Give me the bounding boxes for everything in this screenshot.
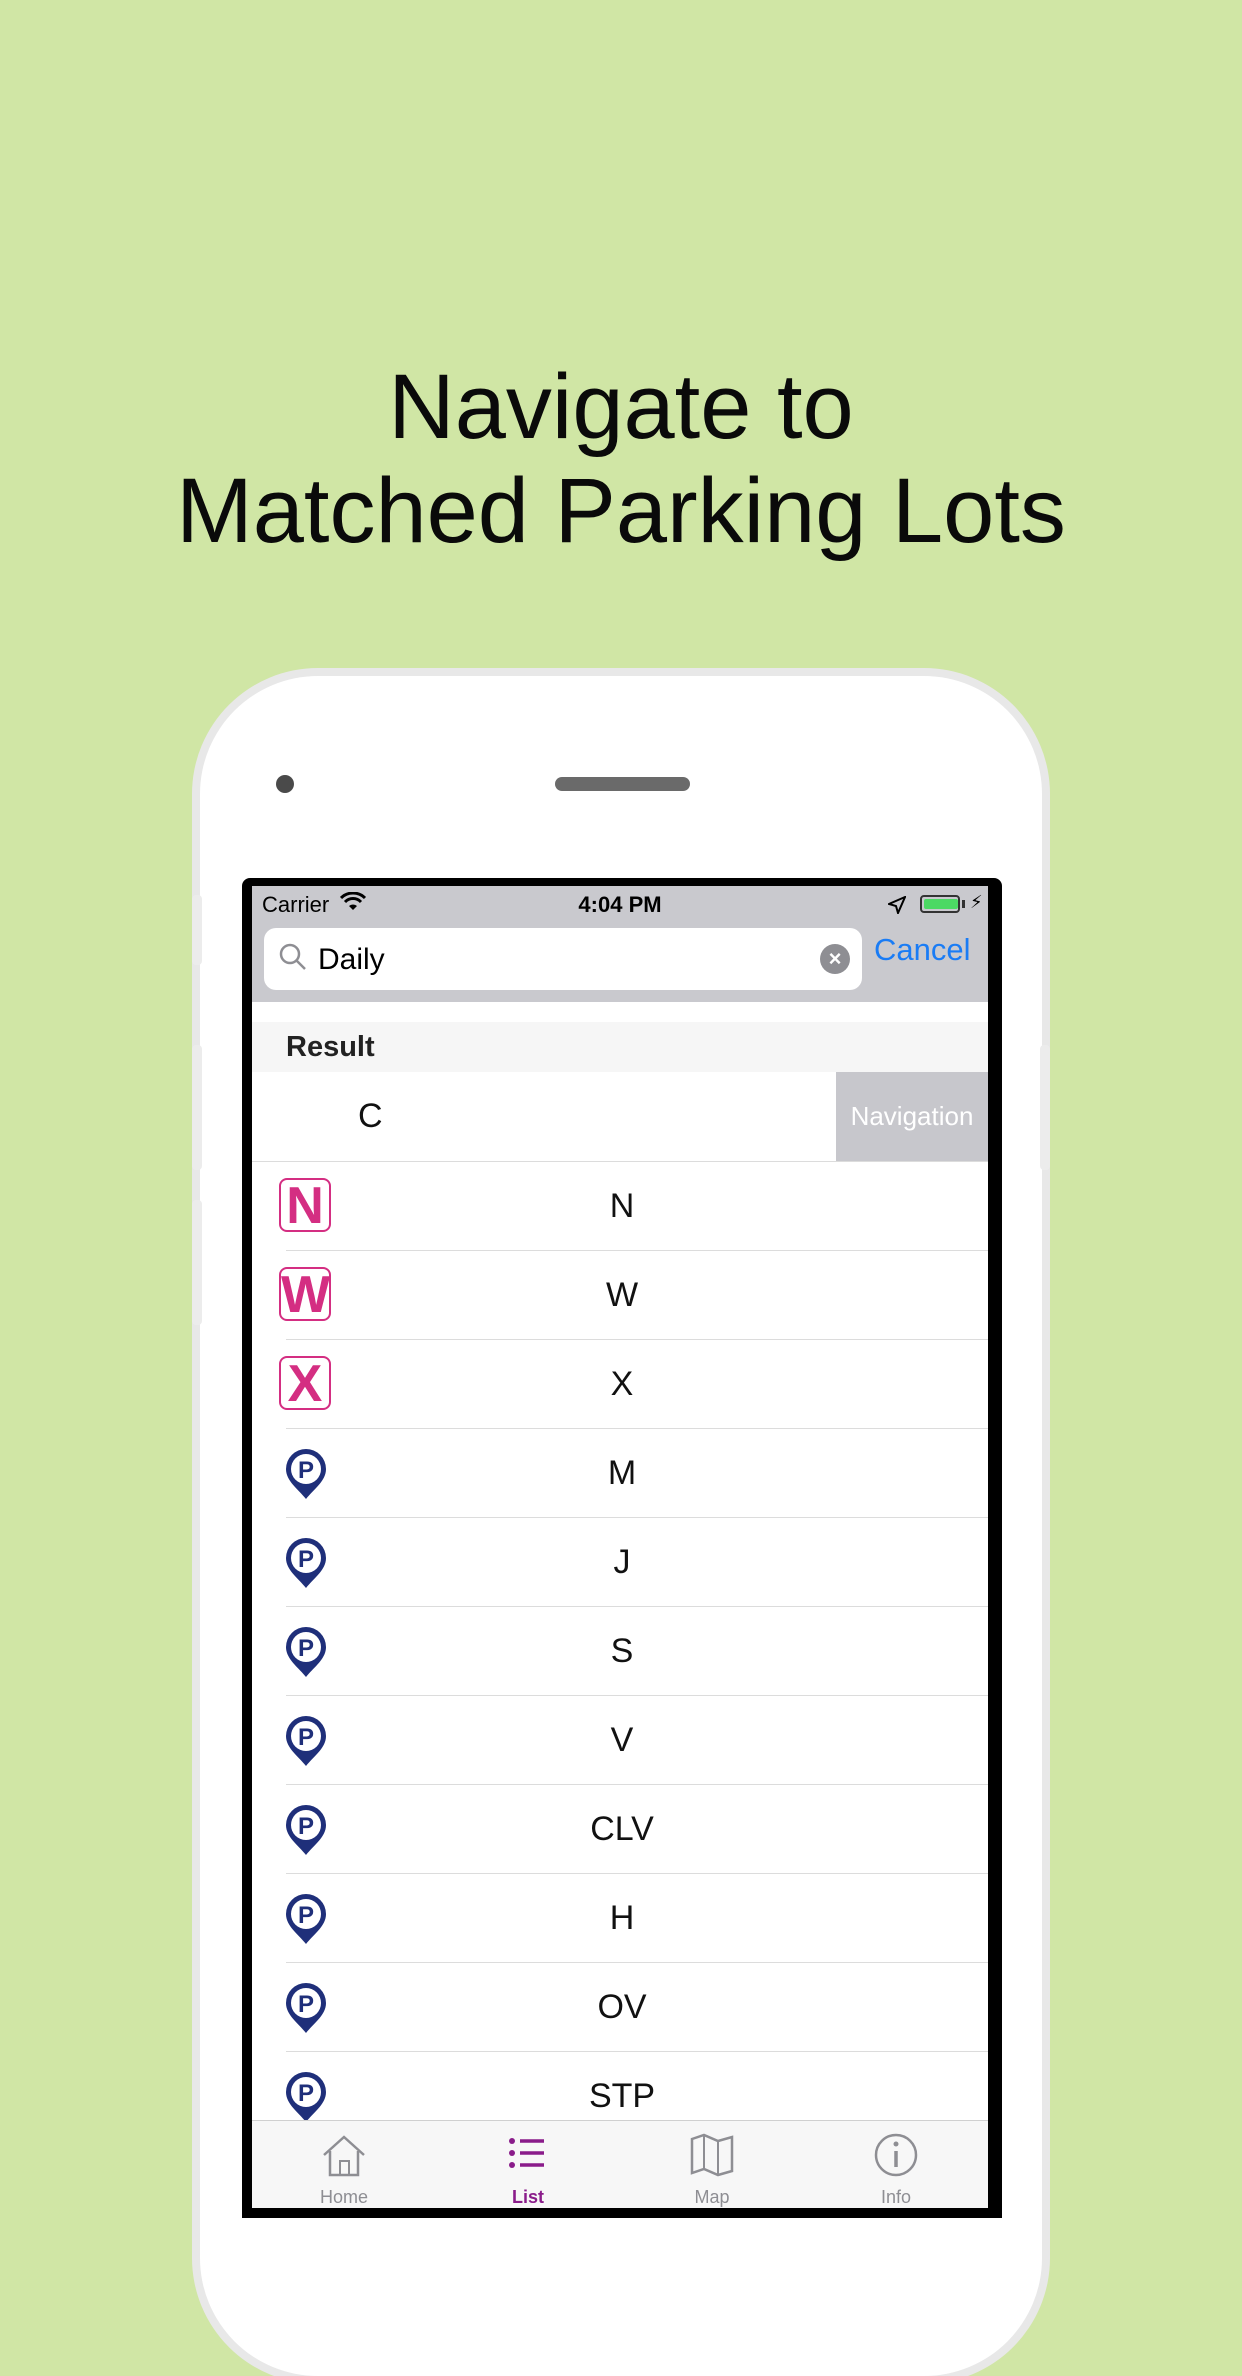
list-item[interactable]: C Navigation bbox=[252, 1072, 988, 1162]
list-item[interactable]: P J bbox=[252, 1518, 988, 1607]
home-icon bbox=[318, 2131, 370, 2179]
list-item[interactable]: X X bbox=[252, 1340, 988, 1429]
phone-volume-up-button bbox=[192, 1045, 202, 1170]
location-arrow-icon bbox=[886, 894, 907, 920]
svg-text:P: P bbox=[298, 1457, 314, 1484]
phone-volume-down-button bbox=[192, 1200, 202, 1325]
list-item[interactable]: P M bbox=[252, 1429, 988, 1518]
navigation-button[interactable]: Navigation bbox=[836, 1072, 988, 1161]
parking-pin-icon: P bbox=[278, 1890, 334, 1946]
headline-line-2: Matched Parking Lots bbox=[176, 460, 1066, 562]
svg-text:P: P bbox=[298, 1635, 314, 1662]
phone-power-button bbox=[1040, 1045, 1050, 1170]
tab-list[interactable]: List bbox=[436, 2121, 620, 2208]
list-icon bbox=[502, 2131, 554, 2179]
list-item-name: OV bbox=[597, 1988, 647, 2026]
status-time: 4:04 PM bbox=[578, 892, 662, 917]
parking-pin-icon: P bbox=[278, 1979, 334, 2035]
svg-text:P: P bbox=[298, 1991, 314, 2018]
list-item-name: S bbox=[610, 1632, 634, 1670]
headline-line-1: Navigate to bbox=[388, 356, 854, 458]
svg-text:P: P bbox=[298, 2080, 314, 2107]
tab-info[interactable]: Info bbox=[804, 2121, 988, 2208]
tab-bar: Home List Map Info bbox=[252, 2120, 988, 2208]
phone-side-button bbox=[192, 895, 202, 965]
info-icon bbox=[870, 2131, 922, 2179]
tab-label: Info bbox=[880, 2187, 912, 2207]
app-display: Carrier 4:04 PM ⚡ × Cancel Result C Navi… bbox=[252, 886, 988, 2208]
section-title: Result bbox=[286, 1031, 375, 1063]
parking-pin-icon: P bbox=[278, 2068, 334, 2124]
parking-pin-icon: P bbox=[278, 1712, 334, 1768]
svg-text:P: P bbox=[298, 1813, 314, 1840]
svg-text:P: P bbox=[298, 1546, 314, 1573]
parking-pin-icon: P bbox=[278, 1445, 334, 1501]
tab-label: Home bbox=[319, 2187, 368, 2207]
letter-w-icon: W bbox=[279, 1266, 331, 1324]
list-item-name: CLV bbox=[590, 1810, 654, 1848]
earpiece-speaker bbox=[555, 777, 690, 791]
svg-text:P: P bbox=[298, 1724, 314, 1751]
letter-n-icon: N bbox=[279, 1178, 331, 1232]
list-item-name: M bbox=[607, 1454, 637, 1492]
list-item-name: J bbox=[613, 1543, 631, 1581]
charging-bolt-icon: ⚡ bbox=[970, 892, 983, 912]
list-item[interactable]: P V bbox=[252, 1696, 988, 1785]
headline: Navigate to Matched Parking Lots bbox=[0, 355, 1242, 563]
list-item-name: C bbox=[358, 1097, 383, 1135]
list-item-name: V bbox=[610, 1721, 634, 1759]
search-gap bbox=[252, 1002, 988, 1022]
list-item[interactable]: P CLV bbox=[252, 1785, 988, 1874]
clear-icon[interactable]: × bbox=[820, 944, 850, 974]
list-item-name: H bbox=[609, 1899, 635, 1937]
parking-pin-icon: P bbox=[278, 1534, 334, 1590]
parking-pin-icon: P bbox=[278, 1623, 334, 1679]
tab-label: List bbox=[511, 2187, 544, 2207]
list-item[interactable]: P OV bbox=[252, 1963, 988, 2052]
tab-home[interactable]: Home bbox=[252, 2121, 436, 2208]
tab-label: Map bbox=[694, 2187, 730, 2207]
list-item-name: W bbox=[605, 1276, 639, 1314]
list-item[interactable]: P S bbox=[252, 1607, 988, 1696]
search-input[interactable] bbox=[316, 934, 800, 986]
result-list: C Navigation N N W W X X P M P J P S P V… bbox=[252, 1072, 988, 2141]
battery-tip bbox=[962, 900, 965, 908]
list-item-name: N bbox=[609, 1187, 635, 1225]
cancel-button[interactable]: Cancel bbox=[874, 932, 971, 968]
map-icon bbox=[686, 2131, 738, 2179]
battery-icon bbox=[920, 895, 960, 913]
svg-text:P: P bbox=[298, 1902, 314, 1929]
list-item[interactable]: N N bbox=[252, 1162, 988, 1251]
list-item[interactable]: P H bbox=[252, 1874, 988, 1963]
search-icon bbox=[278, 942, 308, 977]
status-bar: Carrier 4:04 PM ⚡ bbox=[252, 886, 988, 922]
search-bar: × Cancel bbox=[252, 922, 988, 1002]
front-camera bbox=[276, 775, 294, 793]
list-item-name: X bbox=[610, 1365, 634, 1403]
search-field[interactable]: × bbox=[264, 928, 862, 990]
tab-map[interactable]: Map bbox=[620, 2121, 804, 2208]
letter-x-icon: X bbox=[279, 1356, 331, 1410]
parking-pin-icon: P bbox=[278, 1801, 334, 1857]
section-header: Result bbox=[252, 1022, 988, 1072]
list-item[interactable]: W W bbox=[252, 1251, 988, 1340]
